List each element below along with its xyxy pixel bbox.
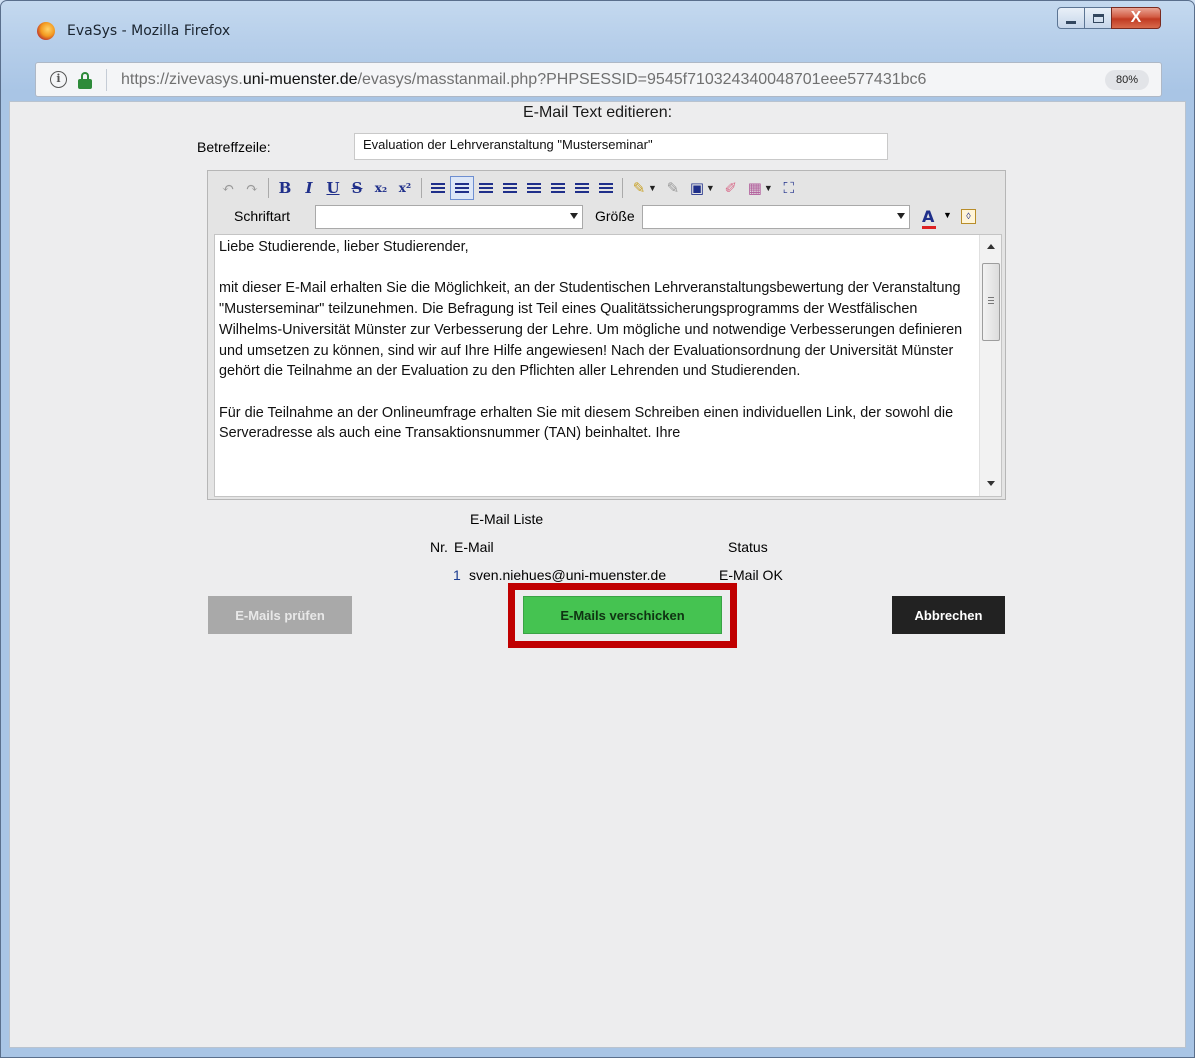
address-bar[interactable]: i https://zivevasys.uni-muenster.de/evas…	[35, 62, 1162, 97]
strikethrough-button[interactable]: S	[345, 176, 369, 200]
maximize-button[interactable]	[1084, 7, 1112, 29]
email-paragraph: Liebe Studierende, lieber Studierender,	[219, 239, 469, 255]
superscript-button[interactable]: x²	[393, 176, 417, 200]
undo-icon[interactable]: ↶	[216, 176, 240, 200]
editor-scrollbar[interactable]	[979, 235, 1001, 496]
bold-button[interactable]: B	[273, 176, 297, 200]
email-body-text: Liebe Studierende, lieber Studierender, …	[219, 237, 979, 465]
underline-button[interactable]: U	[321, 176, 345, 200]
url-prefix: https://zivevasys.	[121, 71, 243, 88]
subscript-button[interactable]: x₂	[369, 176, 393, 200]
close-button[interactable]: X	[1111, 7, 1161, 29]
email-row-status: E-Mail OK	[719, 567, 783, 583]
outdent-icon[interactable]	[474, 176, 498, 200]
email-list-header-nr: Nr.	[430, 539, 448, 555]
toolbar-separator	[268, 178, 269, 198]
text-color-icon[interactable]: A	[922, 207, 936, 229]
unlink-icon[interactable]: ✎	[661, 176, 685, 200]
close-icon: X	[1130, 9, 1142, 26]
zoom-level-badge[interactable]: 80%	[1105, 70, 1149, 90]
editor-toolbar: ↶ ↷ B I U S x₂ x² ✎ ▼ ✎ ▣ ▼ ✐ ▦ ▼ ⛶	[216, 175, 801, 201]
italic-button[interactable]: I	[297, 176, 321, 200]
font-label: Schriftart	[234, 208, 291, 224]
url-path: /evasys/masstanmail.php?PHPSESSID=9545f7…	[357, 71, 927, 88]
toolbar-separator	[622, 178, 623, 198]
ordered-list-icon[interactable]	[426, 176, 450, 200]
align-justify-icon[interactable]	[594, 176, 618, 200]
minimize-icon	[1066, 20, 1076, 24]
indent-icon[interactable]	[498, 176, 522, 200]
subject-input[interactable]: Evaluation der Lehrveranstaltung "Muster…	[354, 133, 888, 160]
email-body-editor[interactable]: Liebe Studierende, lieber Studierender, …	[214, 234, 1002, 497]
email-list-header-email: E-Mail	[454, 539, 494, 555]
redo-icon[interactable]: ↷	[240, 176, 264, 200]
scroll-up-icon[interactable]	[987, 244, 995, 249]
rich-text-editor: ↶ ↷ B I U S x₂ x² ✎ ▼ ✎ ▣ ▼ ✐ ▦ ▼ ⛶ Schr…	[207, 170, 1006, 500]
source-code-icon[interactable]: ◊	[961, 209, 976, 224]
url-domain: uni-muenster.de	[242, 71, 358, 88]
subject-label: Betreffzeile:	[197, 139, 271, 155]
check-emails-button[interactable]: E-Mails prüfen	[208, 596, 352, 634]
browser-window: EvaSys - Mozilla Firefox X i https://ziv…	[0, 0, 1195, 1058]
lock-icon[interactable]	[78, 72, 92, 89]
window-controls: X	[1057, 7, 1161, 31]
email-row-nr: 1	[453, 567, 461, 583]
email-list-title: E-Mail Liste	[470, 511, 544, 527]
fullscreen-icon[interactable]: ⛶	[777, 176, 801, 200]
chevron-down-icon	[897, 213, 905, 219]
page-title: E-Mail Text editieren:	[522, 104, 673, 121]
align-right-icon[interactable]	[570, 176, 594, 200]
info-icon[interactable]: i	[50, 71, 67, 88]
chevron-down-icon	[570, 213, 578, 219]
page-content: E-Mail Text editieren: Betreffzeile: Eva…	[9, 101, 1186, 1048]
size-select[interactable]	[642, 205, 910, 229]
eraser-icon[interactable]: ✐	[719, 176, 743, 200]
chevron-down-icon[interactable]: ▼	[706, 183, 715, 193]
scrollbar-thumb[interactable]	[982, 263, 1000, 341]
email-paragraph: mit dieser E-Mail erhalten Sie die Mögli…	[219, 280, 963, 380]
firefox-icon	[37, 22, 55, 40]
scroll-down-icon[interactable]	[987, 481, 995, 486]
align-left-icon[interactable]	[522, 176, 546, 200]
align-center-icon[interactable]	[546, 176, 570, 200]
title-bar: EvaSys - Mozilla Firefox X	[1, 1, 1194, 53]
font-toolbar: Schriftart Größe A ▼ ◊	[208, 204, 1005, 230]
size-label: Größe	[595, 208, 635, 224]
url-text[interactable]: https://zivevasys.uni-muenster.de/evasys…	[121, 71, 926, 89]
chevron-down-icon[interactable]: ▼	[943, 210, 952, 220]
chevron-down-icon[interactable]: ▼	[648, 183, 657, 193]
highlight-box	[508, 583, 737, 648]
font-select[interactable]	[315, 205, 583, 229]
chevron-down-icon[interactable]: ▼	[764, 183, 773, 193]
cancel-button[interactable]: Abbrechen	[892, 596, 1005, 634]
minimize-button[interactable]	[1057, 7, 1085, 29]
window-title: EvaSys - Mozilla Firefox	[67, 23, 231, 39]
email-paragraph: Für die Teilnahme an der Onlineumfrage e…	[219, 404, 954, 442]
unordered-list-icon[interactable]	[450, 176, 474, 200]
email-list-header-status: Status	[728, 539, 768, 555]
email-row-address: sven.niehues@uni-muenster.de	[469, 567, 667, 583]
toolbar-separator	[421, 178, 422, 198]
url-separator	[106, 69, 107, 91]
maximize-icon	[1092, 13, 1104, 23]
